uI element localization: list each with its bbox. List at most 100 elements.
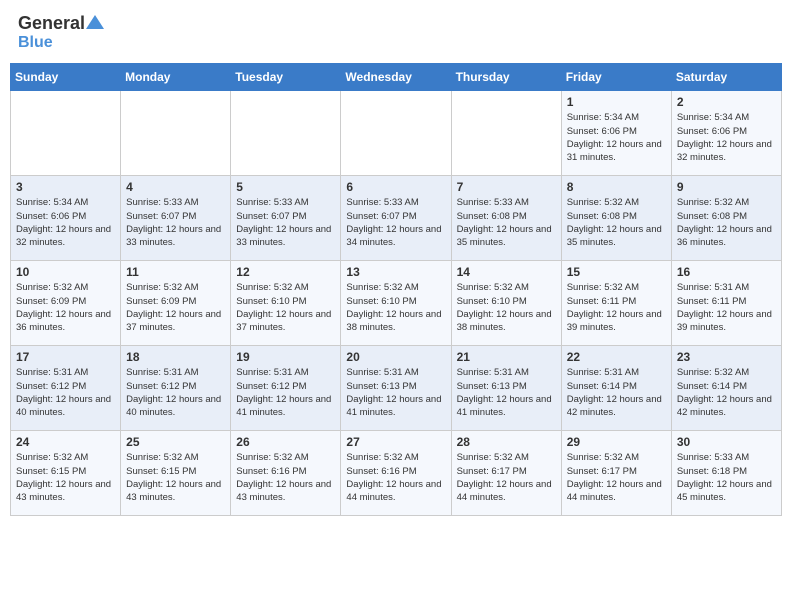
day-number: 10: [16, 265, 115, 279]
calendar-week-row: 24Sunrise: 5:32 AM Sunset: 6:15 PM Dayli…: [11, 431, 782, 516]
cell-sun-info: Sunrise: 5:34 AM Sunset: 6:06 PM Dayligh…: [677, 111, 776, 164]
calendar-cell: 23 Sunrise: 5:32 AM Sunset: 6:14 PM Dayli…: [671, 346, 781, 431]
cell-sun-info: Sunrise: 5:32 AM Sunset: 6:10 PM Dayligh…: [236, 281, 335, 334]
calendar-cell: [121, 91, 231, 176]
day-header-friday: Friday: [561, 64, 671, 91]
calendar-cell: 15 Sunrise: 5:32 AM Sunset: 6:11 PM Dayli…: [561, 261, 671, 346]
calendar-table: SundayMondayTuesdayWednesdayThursdayFrid…: [10, 63, 782, 516]
cell-sun-info: Sunrise: 5:31 AM Sunset: 6:13 PM Dayligh…: [457, 366, 556, 419]
calendar-cell: 17Sunrise: 5:31 AM Sunset: 6:12 PM Dayli…: [11, 346, 121, 431]
cell-sun-info: Sunrise: 5:31 AM Sunset: 6:11 PM Dayligh…: [677, 281, 776, 334]
calendar-cell: 19 Sunrise: 5:31 AM Sunset: 6:12 PM Dayli…: [231, 346, 341, 431]
day-number: 25: [126, 435, 225, 449]
calendar-cell: 27 Sunrise: 5:32 AM Sunset: 6:16 PM Dayli…: [341, 431, 451, 516]
calendar-cell: 13Sunrise: 5:32 AM Sunset: 6:10 PM Dayli…: [341, 261, 451, 346]
calendar-cell: 28 Sunrise: 5:32 AM Sunset: 6:17 PM Dayli…: [451, 431, 561, 516]
calendar-cell: 11 Sunrise: 5:32 AM Sunset: 6:09 PM Dayli…: [121, 261, 231, 346]
day-number: 5: [236, 180, 335, 194]
day-number: 8: [567, 180, 666, 194]
day-header-thursday: Thursday: [451, 64, 561, 91]
calendar-cell: 30Sunrise: 5:33 AM Sunset: 6:18 PM Dayli…: [671, 431, 781, 516]
cell-sun-info: Sunrise: 5:32 AM Sunset: 6:16 PM Dayligh…: [346, 451, 445, 504]
day-number: 19: [236, 350, 335, 364]
day-number: 1: [567, 95, 666, 109]
logo-icon: [86, 13, 104, 31]
day-number: 15: [567, 265, 666, 279]
calendar-cell: 2 Sunrise: 5:34 AM Sunset: 6:06 PM Daylig…: [671, 91, 781, 176]
day-number: 7: [457, 180, 556, 194]
cell-sun-info: Sunrise: 5:33 AM Sunset: 6:07 PM Dayligh…: [346, 196, 445, 249]
calendar-header-row: SundayMondayTuesdayWednesdayThursdayFrid…: [11, 64, 782, 91]
calendar-cell: [11, 91, 121, 176]
day-number: 11: [126, 265, 225, 279]
calendar-cell: 14 Sunrise: 5:32 AM Sunset: 6:10 PM Dayli…: [451, 261, 561, 346]
calendar-cell: 24Sunrise: 5:32 AM Sunset: 6:15 PM Dayli…: [11, 431, 121, 516]
day-number: 9: [677, 180, 776, 194]
cell-sun-info: Sunrise: 5:34 AM Sunset: 6:06 PM Dayligh…: [16, 196, 115, 249]
calendar-cell: [451, 91, 561, 176]
cell-sun-info: Sunrise: 5:32 AM Sunset: 6:16 PM Dayligh…: [236, 451, 335, 504]
cell-sun-info: Sunrise: 5:33 AM Sunset: 6:07 PM Dayligh…: [126, 196, 225, 249]
day-number: 14: [457, 265, 556, 279]
cell-sun-info: Sunrise: 5:31 AM Sunset: 6:12 PM Dayligh…: [16, 366, 115, 419]
day-number: 16: [677, 265, 776, 279]
day-number: 13: [346, 265, 445, 279]
logo: General Blue: [18, 14, 104, 51]
calendar-cell: 22 Sunrise: 5:31 AM Sunset: 6:14 PM Dayli…: [561, 346, 671, 431]
day-number: 2: [677, 95, 776, 109]
cell-sun-info: Sunrise: 5:32 AM Sunset: 6:11 PM Dayligh…: [567, 281, 666, 334]
cell-sun-info: Sunrise: 5:32 AM Sunset: 6:09 PM Dayligh…: [126, 281, 225, 334]
cell-sun-info: Sunrise: 5:31 AM Sunset: 6:14 PM Dayligh…: [567, 366, 666, 419]
page-header: General Blue: [10, 10, 782, 55]
calendar-cell: 9Sunrise: 5:32 AM Sunset: 6:08 PM Daylig…: [671, 176, 781, 261]
calendar-body: 1 Sunrise: 5:34 AM Sunset: 6:06 PM Daylig…: [11, 91, 782, 516]
day-header-tuesday: Tuesday: [231, 64, 341, 91]
day-number: 6: [346, 180, 445, 194]
cell-sun-info: Sunrise: 5:32 AM Sunset: 6:15 PM Dayligh…: [126, 451, 225, 504]
calendar-week-row: 1 Sunrise: 5:34 AM Sunset: 6:06 PM Daylig…: [11, 91, 782, 176]
cell-sun-info: Sunrise: 5:32 AM Sunset: 6:09 PM Dayligh…: [16, 281, 115, 334]
cell-sun-info: Sunrise: 5:33 AM Sunset: 6:07 PM Dayligh…: [236, 196, 335, 249]
day-header-wednesday: Wednesday: [341, 64, 451, 91]
cell-sun-info: Sunrise: 5:33 AM Sunset: 6:08 PM Dayligh…: [457, 196, 556, 249]
calendar-cell: 4 Sunrise: 5:33 AM Sunset: 6:07 PM Daylig…: [121, 176, 231, 261]
day-number: 29: [567, 435, 666, 449]
calendar-cell: 5 Sunrise: 5:33 AM Sunset: 6:07 PM Daylig…: [231, 176, 341, 261]
cell-sun-info: Sunrise: 5:32 AM Sunset: 6:08 PM Dayligh…: [567, 196, 666, 249]
cell-sun-info: Sunrise: 5:31 AM Sunset: 6:12 PM Dayligh…: [126, 366, 225, 419]
cell-sun-info: Sunrise: 5:32 AM Sunset: 6:15 PM Dayligh…: [16, 451, 115, 504]
day-header-sunday: Sunday: [11, 64, 121, 91]
day-number: 18: [126, 350, 225, 364]
day-number: 21: [457, 350, 556, 364]
calendar-cell: 25 Sunrise: 5:32 AM Sunset: 6:15 PM Dayli…: [121, 431, 231, 516]
day-header-monday: Monday: [121, 64, 231, 91]
day-number: 20: [346, 350, 445, 364]
day-number: 12: [236, 265, 335, 279]
day-number: 22: [567, 350, 666, 364]
calendar-cell: 7 Sunrise: 5:33 AM Sunset: 6:08 PM Daylig…: [451, 176, 561, 261]
day-number: 3: [16, 180, 115, 194]
calendar-cell: 6 Sunrise: 5:33 AM Sunset: 6:07 PM Daylig…: [341, 176, 451, 261]
cell-sun-info: Sunrise: 5:31 AM Sunset: 6:12 PM Dayligh…: [236, 366, 335, 419]
day-number: 26: [236, 435, 335, 449]
day-number: 28: [457, 435, 556, 449]
cell-sun-info: Sunrise: 5:34 AM Sunset: 6:06 PM Dayligh…: [567, 111, 666, 164]
day-number: 27: [346, 435, 445, 449]
calendar-cell: [231, 91, 341, 176]
cell-sun-info: Sunrise: 5:32 AM Sunset: 6:17 PM Dayligh…: [457, 451, 556, 504]
calendar-cell: 10 Sunrise: 5:32 AM Sunset: 6:09 PM Dayli…: [11, 261, 121, 346]
logo-text-blue: Blue: [18, 34, 53, 52]
calendar-cell: 20 Sunrise: 5:31 AM Sunset: 6:13 PM Dayli…: [341, 346, 451, 431]
calendar-cell: 8 Sunrise: 5:32 AM Sunset: 6:08 PM Daylig…: [561, 176, 671, 261]
calendar-cell: 18 Sunrise: 5:31 AM Sunset: 6:12 PM Dayli…: [121, 346, 231, 431]
cell-sun-info: Sunrise: 5:32 AM Sunset: 6:14 PM Dayligh…: [677, 366, 776, 419]
day-number: 23: [677, 350, 776, 364]
calendar-cell: 1 Sunrise: 5:34 AM Sunset: 6:06 PM Daylig…: [561, 91, 671, 176]
cell-sun-info: Sunrise: 5:31 AM Sunset: 6:13 PM Dayligh…: [346, 366, 445, 419]
cell-sun-info: Sunrise: 5:32 AM Sunset: 6:10 PM Dayligh…: [457, 281, 556, 334]
logo-text-general: General: [18, 14, 85, 34]
cell-sun-info: Sunrise: 5:33 AM Sunset: 6:18 PM Dayligh…: [677, 451, 776, 504]
day-header-saturday: Saturday: [671, 64, 781, 91]
calendar-cell: 16 Sunrise: 5:31 AM Sunset: 6:11 PM Dayli…: [671, 261, 781, 346]
day-number: 4: [126, 180, 225, 194]
